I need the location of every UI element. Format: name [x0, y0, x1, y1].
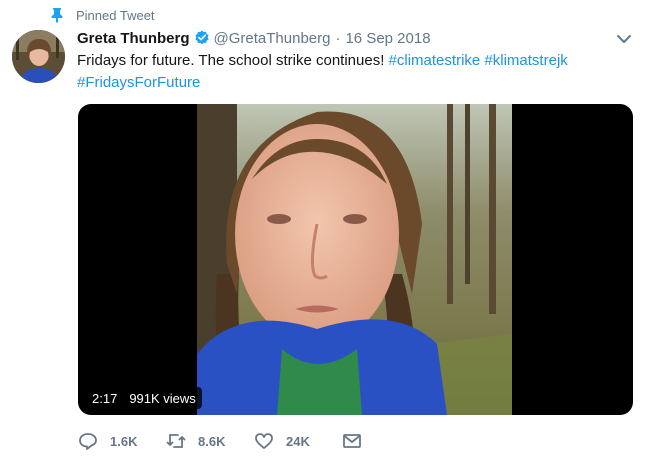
tweet-date[interactable]: 16 Sep 2018 [345, 30, 430, 47]
pinned-tweet-indicator: Pinned Tweet [50, 6, 155, 24]
user-handle[interactable]: @GretaThunberg [214, 30, 331, 47]
tweet-text: Fridays for future. The school strike co… [77, 50, 617, 94]
hashtag-link[interactable]: #klimatstrejk [484, 52, 567, 69]
reply-icon [79, 433, 97, 450]
verified-badge-icon [194, 30, 210, 46]
reply-button[interactable]: 1.6K [78, 431, 166, 451]
tweet-header: Greta Thunberg @GretaThunberg · 16 Sep 2… [77, 28, 431, 48]
video-info-badge: 2:17 991K views [86, 387, 202, 409]
tweet-body: Fridays for future. The school strike co… [77, 52, 385, 69]
retweet-button[interactable]: 8.6K [166, 431, 254, 451]
video-view-count: 991K views [129, 390, 196, 406]
like-count: 24K [286, 433, 310, 449]
tweet-actions: 1.6K 8.6K 24K [78, 430, 374, 452]
hashtag-link[interactable]: #climatestrike [389, 52, 481, 69]
like-icon [255, 433, 273, 449]
video-thumbnail[interactable] [197, 104, 512, 415]
direct-message-icon [343, 434, 361, 448]
hashtag-link[interactable]: #FridaysForFuture [77, 74, 200, 91]
like-button[interactable]: 24K [254, 431, 342, 451]
separator-dot: · [335, 29, 341, 47]
retweet-count: 8.6K [198, 433, 226, 449]
chevron-down-icon[interactable] [615, 31, 633, 47]
video-duration: 2:17 [92, 390, 118, 406]
video-player[interactable]: 2:17 991K views [78, 104, 633, 415]
display-name[interactable]: Greta Thunberg [77, 30, 190, 47]
reply-count: 1.6K [110, 433, 138, 449]
pin-icon [50, 7, 64, 23]
avatar[interactable] [12, 30, 65, 83]
retweet-icon [166, 434, 186, 448]
direct-message-button[interactable] [342, 431, 374, 451]
pinned-label: Pinned Tweet [76, 7, 155, 23]
